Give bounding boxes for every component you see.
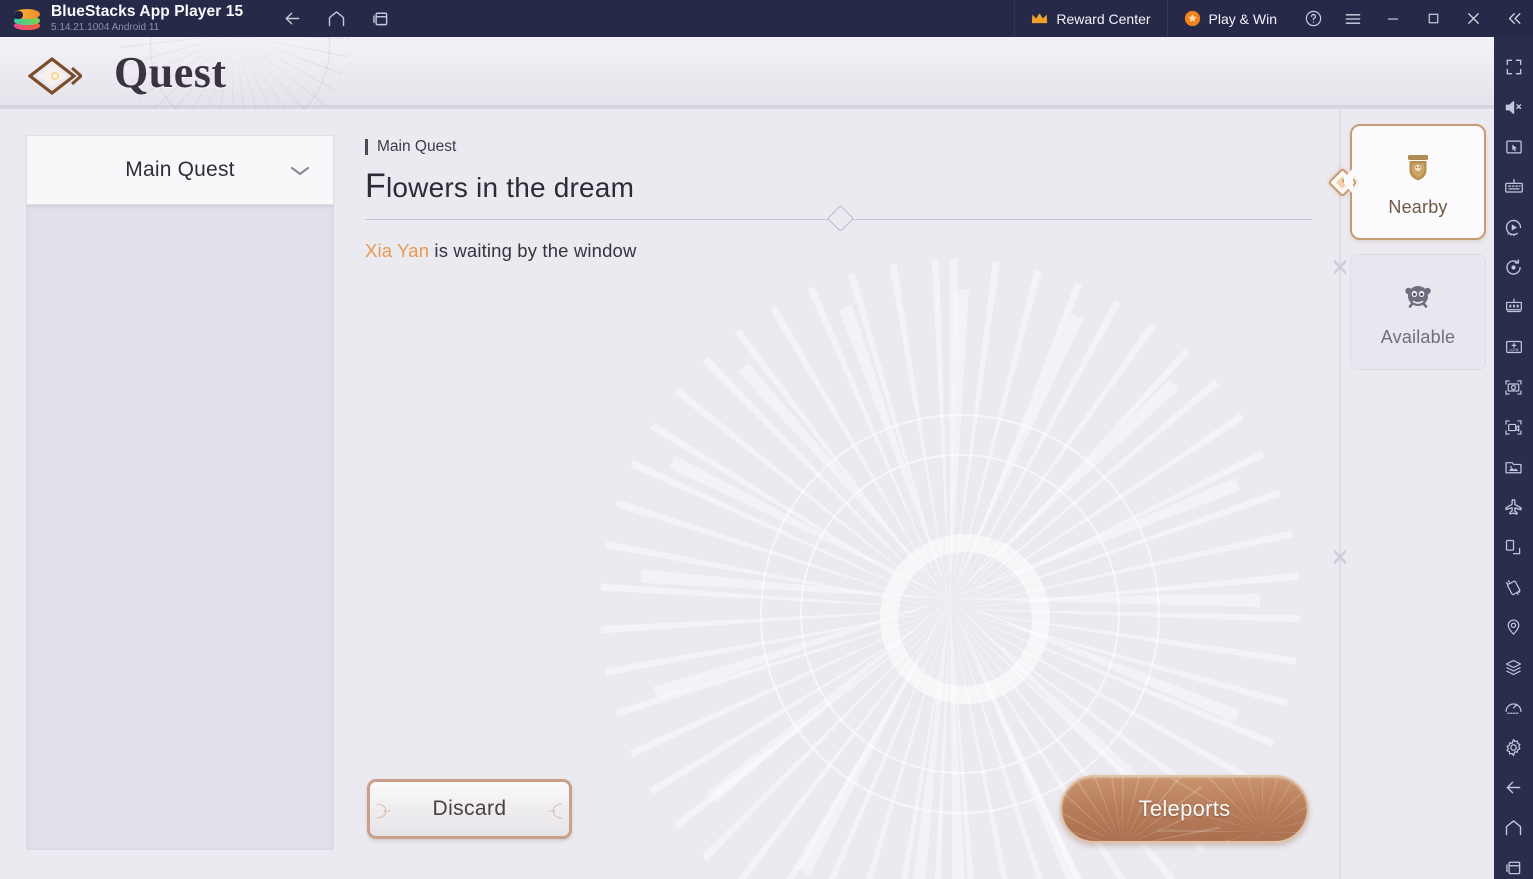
app-title: BlueStacks App Player 15: [51, 3, 244, 20]
shield-banner-icon: [1398, 147, 1438, 187]
discard-button[interactable]: Discard: [367, 779, 572, 839]
titlebar-nav-buttons: [281, 8, 391, 30]
location-pin-icon[interactable]: [1494, 607, 1533, 647]
home-button[interactable]: [325, 8, 347, 30]
diamond-outline-icon: [827, 205, 854, 232]
reward-center-label: Reward Center: [1056, 10, 1151, 27]
tab-available[interactable]: Available: [1350, 254, 1486, 370]
tab-nearby[interactable]: Nearby: [1327, 124, 1486, 240]
chevron-down-icon: [289, 164, 311, 183]
quest-title: Flowers in the dream: [365, 169, 1312, 205]
media-folder-icon[interactable]: [1494, 447, 1533, 487]
arrow-left-icon[interactable]: [1494, 767, 1533, 807]
close-button[interactable]: [1453, 0, 1493, 37]
quest-list-items-container[interactable]: [26, 205, 334, 850]
background-ring-inner: [880, 534, 1050, 704]
rotate-record-icon[interactable]: [1494, 247, 1533, 287]
tab-available-label: Available: [1380, 326, 1456, 347]
divider-ornament-top: [1334, 259, 1346, 275]
quest-divider: [365, 205, 1312, 232]
multi-instance-icon[interactable]: [1494, 287, 1533, 327]
quest-type-dropdown[interactable]: Main Quest: [26, 135, 334, 205]
quest-category-tag: Main Quest: [365, 137, 1312, 157]
quest-objective-npc: Xia Yan: [365, 240, 430, 261]
bluestacks-window: BlueStacks App Player 15 5.14.21.1004 An…: [0, 0, 1533, 879]
svg-text:APK: APK: [1509, 348, 1520, 354]
fullscreen-icon[interactable]: [1494, 47, 1533, 87]
app-title-block: BlueStacks App Player 15 5.14.21.1004 An…: [51, 3, 243, 34]
quest-source-tabs: Nearby Available: [1327, 124, 1486, 370]
speedometer-icon[interactable]: [1494, 687, 1533, 727]
reward-center-button[interactable]: Reward Center: [1014, 0, 1166, 37]
crown-icon: [1031, 12, 1048, 25]
window-titlebar: BlueStacks App Player 15 5.14.21.1004 An…: [0, 0, 1533, 37]
macro-play-icon[interactable]: [1494, 207, 1533, 247]
gear-icon[interactable]: [1494, 727, 1533, 767]
layers-icon[interactable]: [1494, 647, 1533, 687]
quest-screen-body: Main Quest Main Quest Flowers in the dre…: [0, 109, 1494, 879]
right-panel-divider: [1339, 109, 1341, 879]
quest-list-panel: Main Quest: [26, 135, 334, 850]
keyboard-controls-icon[interactable]: [1494, 167, 1533, 207]
bluestacks-logo-icon: [14, 6, 40, 32]
rotate-screen-icon[interactable]: [1494, 527, 1533, 567]
home-icon[interactable]: [1494, 807, 1533, 847]
quest-category-label: Main Quest: [377, 138, 457, 155]
recents-icon[interactable]: [1494, 847, 1533, 879]
tab-nearby-label: Nearby: [1388, 196, 1448, 217]
recents-button[interactable]: [369, 8, 391, 30]
tab-active-diamond-icon: [1327, 167, 1358, 198]
quest-objective: Xia Yan is waiting by the window: [365, 240, 1312, 262]
quest-category-bar: [365, 139, 368, 155]
background-ring-mid: [800, 454, 1120, 774]
divider-ornament-bottom: [1334, 549, 1346, 565]
quest-type-dropdown-label: Main Quest: [125, 158, 235, 181]
creature-avatar-icon: [1398, 277, 1438, 317]
teleports-button-label: Teleports: [1138, 796, 1231, 821]
maximize-button[interactable]: [1413, 0, 1453, 37]
camera-icon[interactable]: [1494, 367, 1533, 407]
button-ornament-right-icon: [547, 803, 563, 819]
shake-phone-icon[interactable]: [1494, 567, 1533, 607]
star-badge-icon: [1184, 10, 1201, 27]
airplane-icon[interactable]: [1494, 487, 1533, 527]
collapse-sidebar-button[interactable]: [1493, 0, 1533, 37]
window-controls: [1293, 0, 1533, 37]
play-and-win-label: Play & Win: [1208, 10, 1277, 27]
quest-title-rest: lowers in the dream: [385, 172, 635, 203]
minimize-button[interactable]: [1373, 0, 1413, 37]
discard-button-label: Discard: [432, 797, 507, 820]
quest-arrow-emblem-icon: [27, 55, 84, 97]
back-button[interactable]: [281, 8, 303, 30]
page-title: Quest: [114, 48, 227, 97]
button-ornament-left-icon: [376, 803, 392, 819]
quest-objective-text: is waiting by the window: [429, 240, 637, 261]
hamburger-menu-button[interactable]: [1333, 0, 1373, 37]
apk-install-icon[interactable]: APK: [1494, 327, 1533, 367]
bluestacks-sidebar: APK: [1494, 37, 1533, 879]
help-button[interactable]: [1293, 0, 1333, 37]
cursor-screen-icon[interactable]: [1494, 127, 1533, 167]
quest-detail-panel: Main Quest Flowers in the dream Xia Yan …: [365, 137, 1312, 262]
speaker-mute-icon[interactable]: [1494, 87, 1533, 127]
game-header: Quest: [0, 37, 1494, 109]
teleports-button[interactable]: Teleports: [1060, 775, 1309, 843]
app-version: 5.14.21.1004 Android 11: [51, 22, 160, 33]
quest-title-initial: F: [365, 167, 386, 205]
background-ring-outer: [760, 414, 1160, 814]
play-and-win-button[interactable]: Play & Win: [1166, 0, 1293, 37]
video-record-icon[interactable]: [1494, 407, 1533, 447]
